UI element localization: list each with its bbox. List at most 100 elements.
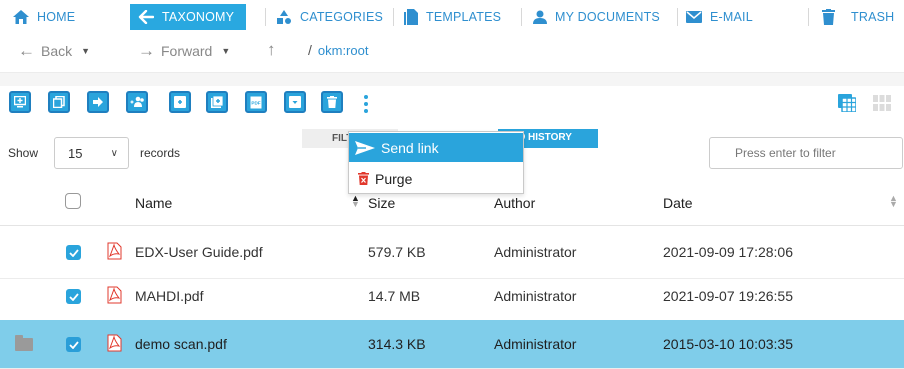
add-folder-icon	[211, 96, 223, 108]
arrow-right-icon: →	[138, 41, 155, 60]
add-icon	[174, 96, 186, 108]
arrow-left-icon: ←	[18, 41, 35, 60]
file-size: 14.7 MB	[368, 288, 421, 304]
nav-taxonomy-label: TAXONOMY	[162, 10, 235, 24]
up-button[interactable]: ↑	[267, 40, 276, 60]
home-icon	[13, 10, 29, 24]
column-size[interactable]: Size	[368, 195, 395, 211]
nav-categories-label: CATEGORIES	[300, 10, 384, 24]
table-view-button[interactable]	[838, 94, 857, 117]
file-name[interactable]: EDX-User Guide.pdf	[135, 244, 263, 260]
page-size-value: 15	[68, 146, 83, 161]
column-date[interactable]: Date	[663, 195, 693, 211]
delete-button[interactable]	[321, 91, 343, 113]
grid-view-button[interactable]	[873, 95, 891, 116]
filter-input[interactable]	[709, 137, 903, 169]
toolbar-separator	[0, 72, 904, 86]
nav-trash-label: TRASH	[851, 10, 895, 24]
file-author: Administrator	[494, 336, 577, 352]
nav-my-documents[interactable]: MY DOCUMENTS	[533, 6, 660, 28]
purge-icon	[358, 172, 369, 185]
download-button[interactable]	[284, 91, 306, 113]
nav-divider	[677, 8, 678, 26]
tab-history-label: HISTORY	[528, 132, 572, 143]
trash-icon	[822, 9, 835, 25]
more-button[interactable]	[359, 92, 373, 116]
menu-item-label: Send link	[381, 139, 439, 156]
add-users-button[interactable]	[126, 91, 148, 113]
sort-icon[interactable]: ▲ ▼	[889, 194, 898, 209]
menu-item-label: Purge	[375, 170, 413, 187]
back-label: Back	[41, 43, 73, 59]
mail-icon	[686, 11, 702, 23]
file-size: 579.7 KB	[368, 244, 426, 260]
menu-item-purge[interactable]: Purge	[349, 164, 523, 193]
row-checkbox[interactable]	[66, 289, 81, 304]
more-actions-menu: Send link Purge	[348, 131, 524, 194]
add-button[interactable]	[169, 91, 191, 113]
nav-divider	[521, 8, 522, 26]
top-navigation: HOME TAXONOMY CATEGORIES TEMPLATES MY DO…	[0, 0, 904, 34]
row-status-icon	[15, 335, 33, 351]
column-name[interactable]: Name	[135, 195, 172, 211]
file-date: 2015-03-10 10:03:35	[663, 336, 793, 352]
table-row[interactable]: MAHDI.pdf 14.7 MB Administrator 2021-09-…	[0, 271, 904, 323]
nav-templates[interactable]: TEMPLATES	[404, 6, 501, 28]
column-author[interactable]: Author	[494, 195, 535, 211]
records-label: records	[140, 146, 181, 160]
nav-home[interactable]: HOME	[13, 6, 75, 28]
file-date: 2021-09-09 17:28:06	[663, 244, 793, 260]
forward-label: Forward	[161, 43, 213, 59]
path-separator: /	[308, 42, 312, 58]
download-icon	[289, 96, 301, 108]
copy-button[interactable]	[48, 91, 70, 113]
checkmark-icon	[68, 248, 79, 257]
select-all-checkbox[interactable]	[65, 193, 81, 209]
caret-down-icon: ▼	[81, 46, 91, 56]
row-checkbox[interactable]	[66, 245, 81, 260]
checkmark-icon	[68, 340, 79, 349]
add-folder-button[interactable]	[206, 91, 228, 113]
sort-icon[interactable]: ▲ ▼	[351, 194, 360, 209]
pdf-file-icon	[107, 334, 122, 352]
file-name[interactable]: demo scan.pdf	[135, 336, 227, 352]
file-size: 314.3 KB	[368, 336, 426, 352]
svg-text:PDF: PDF	[251, 100, 260, 105]
pdf-file-icon	[107, 286, 122, 304]
checkmark-icon	[68, 292, 79, 301]
taxonomy-icon	[138, 10, 154, 24]
row-checkbox[interactable]	[66, 337, 81, 352]
breadcrumb-root[interactable]: okm:root	[318, 43, 369, 58]
pdf-file-icon	[107, 242, 122, 260]
delete-icon	[327, 96, 337, 108]
back-button[interactable]: ← Back ▼	[18, 41, 90, 61]
nav-taxonomy[interactable]: TAXONOMY	[130, 4, 247, 30]
move-button[interactable]	[87, 91, 109, 113]
file-date: 2021-09-07 19:26:55	[663, 288, 793, 304]
nav-categories[interactable]: CATEGORIES	[276, 6, 383, 28]
menu-item-send-link[interactable]: Send link	[349, 133, 523, 162]
chevron-down-icon: ∨	[110, 148, 118, 159]
nav-templates-label: TEMPLATES	[426, 10, 502, 24]
breadcrumb: / okm:root	[308, 42, 368, 58]
table-row[interactable]: demo scan.pdf 314.3 KB Administrator 201…	[0, 320, 904, 369]
page-size-select[interactable]: 15 ∨	[54, 137, 129, 169]
add-users-icon	[130, 96, 144, 107]
nav-email[interactable]: E-MAIL	[686, 6, 753, 28]
nav-divider	[265, 8, 266, 26]
nav-my-documents-label: MY DOCUMENTS	[555, 10, 660, 24]
forward-button[interactable]: → Forward ▼	[138, 41, 230, 61]
file-author: Administrator	[494, 288, 577, 304]
nav-email-label: E-MAIL	[710, 10, 753, 24]
nav-trash[interactable]: TRASH	[822, 6, 894, 28]
more-vertical-icon	[364, 95, 368, 99]
user-icon	[533, 10, 547, 24]
grid-view-icon	[873, 95, 891, 111]
add-document-button[interactable]	[9, 91, 31, 113]
toolbar: PDF	[0, 86, 904, 126]
convert-pdf-button[interactable]: PDF	[245, 91, 267, 113]
table-view-icon	[838, 94, 857, 113]
file-name[interactable]: MAHDI.pdf	[135, 288, 203, 304]
arrow-up-icon: ↑	[267, 40, 276, 59]
nav-divider	[808, 8, 809, 26]
